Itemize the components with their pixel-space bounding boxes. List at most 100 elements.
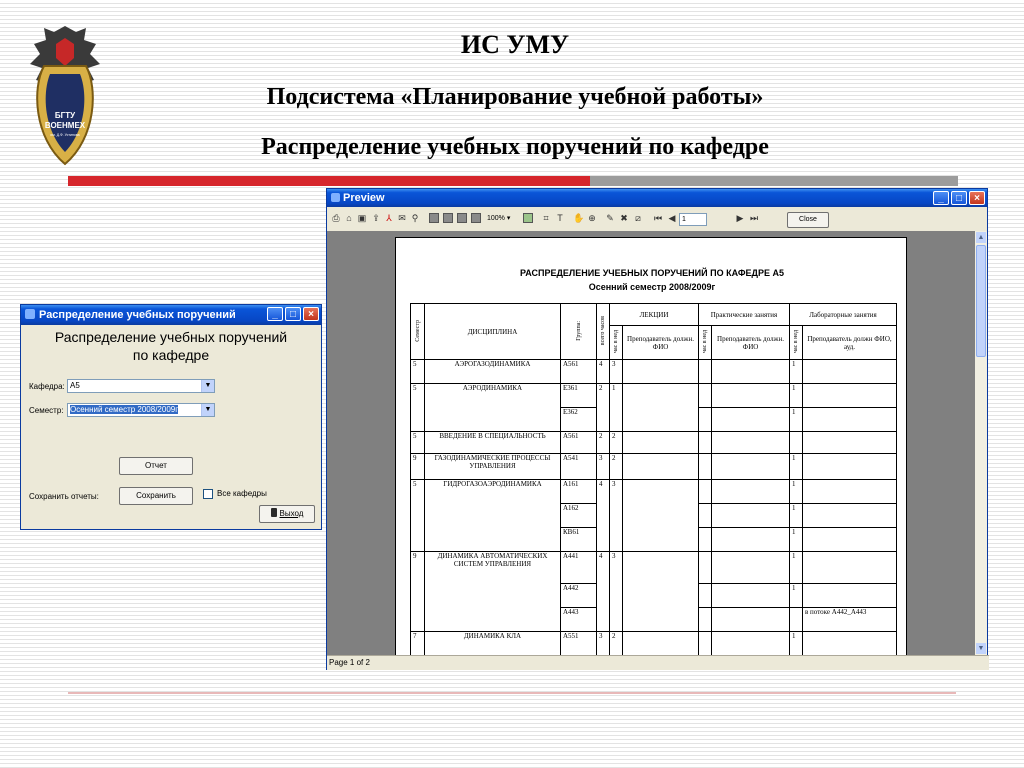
cell-lec: 3	[609, 359, 623, 384]
cell-lab: 1	[789, 383, 803, 408]
maximize-icon[interactable]: □	[285, 307, 301, 321]
cell-lab: 1	[789, 583, 803, 608]
header-semester: Семестр	[410, 303, 425, 360]
watermark-icon[interactable]: ⧄	[633, 213, 643, 223]
header-total-hours: всего часов	[596, 303, 610, 360]
red-divider	[68, 176, 590, 186]
semester-select[interactable]: Осенний семестр 2008/2009г ▼	[67, 403, 215, 417]
header-prac-lecturer: Преподаватель должн. ФИО	[711, 325, 790, 360]
cell-group: КВ61	[560, 527, 597, 552]
cell-group: А541	[560, 453, 597, 480]
cell-disc: ВВЕДЕНИЕ В СПЕЦИАЛЬНОСТЬ	[424, 431, 561, 454]
hand-icon[interactable]: ✋	[573, 213, 584, 223]
page-view-1-icon[interactable]	[429, 213, 439, 223]
ruler-icon[interactable]: ⌗	[541, 213, 551, 223]
restore-icon[interactable]: □	[951, 191, 967, 205]
preview-toolbar: ⎙ ⌂ ▣ ⇪ ⅄ ✉ ⚲ 100% ▾ ⌗ T ✋ ⊕ ✎ ✖ ⧄ ⏮ ◀ 1…	[327, 209, 987, 231]
table-row: 5 АЭРОДИНАМИКА Е361 2 1 1	[410, 383, 897, 432]
slide-heading: Распределение учебных поручений по кафед…	[261, 134, 769, 160]
page-number-value: 1	[682, 216, 686, 223]
scroll-thumb[interactable]	[976, 245, 986, 357]
cell-sem: 7	[410, 631, 425, 655]
university-emblem: БГТУ ВОЕНМЕХ им. Д.Ф. Устинова	[30, 26, 100, 166]
exit-button[interactable]: Выход	[259, 505, 315, 523]
cell-lab: 1	[789, 527, 803, 552]
cell-note: в потоке А442_А443	[802, 607, 897, 632]
delete-page-icon[interactable]: ✖	[619, 213, 629, 223]
close-icon[interactable]: ×	[303, 307, 319, 321]
page-view-3-icon[interactable]	[457, 213, 467, 223]
grey-divider	[590, 176, 958, 186]
page-view-2-icon[interactable]	[443, 213, 453, 223]
first-page-icon[interactable]: ⏮	[653, 213, 663, 223]
cell-lec: 2	[609, 631, 623, 655]
zoom-in-icon[interactable]: ⊕	[587, 213, 597, 223]
open-icon[interactable]: ⌂	[344, 213, 354, 223]
slide-subtitle: Подсистема «Планирование учебной работы»	[266, 84, 764, 110]
cell-sem: 5	[410, 431, 425, 454]
cell-total: 4	[596, 479, 610, 552]
save-button[interactable]: Сохранить	[119, 487, 193, 505]
cell-disc: АЭРОДИНАМИКА	[424, 383, 561, 432]
cell-group: Е362	[560, 407, 597, 432]
cell-lec: 3	[609, 479, 623, 552]
scroll-up-icon[interactable]: ▲	[976, 232, 986, 243]
text-icon[interactable]: T	[555, 213, 565, 223]
edit-icon[interactable]: ✎	[605, 213, 615, 223]
chevron-down-icon[interactable]: ▼	[201, 404, 214, 416]
kafedra-select[interactable]: А5 ▼	[67, 379, 215, 393]
minimize-icon[interactable]: _	[267, 307, 283, 321]
preview-scrollbar[interactable]: ▲ ▼	[975, 231, 987, 655]
header-lab-hours-week: час в нед	[789, 325, 803, 360]
close-icon[interactable]: ×	[969, 191, 985, 205]
report-button[interactable]: Отчет	[119, 457, 193, 475]
page-view-4-icon[interactable]	[471, 213, 481, 223]
pdf-icon[interactable]: ⅄	[384, 213, 394, 223]
preview-window: Preview _ □ × ⎙ ⌂ ▣ ⇪ ⅄ ✉ ⚲ 100% ▾ ⌗ T ✋…	[326, 188, 989, 670]
cell-lec: 2	[609, 453, 623, 480]
close-preview-button[interactable]: Close	[787, 212, 829, 228]
footer-divider	[68, 692, 956, 694]
cell-disc: ДИНАМИКА КЛА	[424, 631, 561, 655]
chevron-down-icon[interactable]: ▼	[201, 380, 214, 392]
header-discipline: ДИСЦИПЛИНА	[424, 303, 561, 360]
cell-sem: 5	[410, 359, 425, 384]
cell-group: А161	[560, 479, 597, 504]
cell-sem: 5	[410, 383, 425, 432]
slide-title: ИС УМУ	[460, 30, 570, 59]
cell-total: 3	[596, 631, 610, 655]
header-lec-hours-week: час в нед	[609, 325, 623, 360]
cell-disc: ГИДРОГАЗОАЭРОДИНАМИКА	[424, 479, 561, 552]
mail-icon[interactable]: ✉	[397, 213, 407, 223]
next-page-icon[interactable]: ▶	[735, 213, 745, 223]
cell-lab: 1	[789, 359, 803, 384]
page-number-input[interactable]: 1	[679, 213, 707, 226]
report-page: РАСПРЕДЕЛЕНИЕ УЧЕБНЫХ ПОРУЧЕНИЙ ПО КАФЕД…	[395, 237, 907, 655]
find-icon[interactable]: ⚲	[410, 213, 420, 223]
app-icon	[25, 309, 35, 319]
preview-title: Preview	[343, 192, 385, 204]
semester-label: Семестр:	[29, 406, 64, 415]
exit-label: Выход	[279, 509, 304, 518]
all-departments-checkbox[interactable]	[203, 489, 213, 499]
print-icon[interactable]: ⎙	[331, 213, 341, 223]
export-icon[interactable]: ⇪	[371, 213, 381, 223]
zoom-value: 100%	[487, 215, 505, 222]
zoom-combo[interactable]: 100% ▾	[487, 214, 510, 222]
cell-group: А551	[560, 631, 597, 655]
minimize-icon[interactable]: _	[933, 191, 949, 205]
dialog-heading-2: по кафедре	[132, 347, 210, 363]
save-icon[interactable]: ▣	[357, 213, 367, 223]
all-departments-label: Все кафедры	[217, 489, 267, 498]
preview-titlebar[interactable]: Preview _ □ ×	[327, 189, 987, 207]
logo-text-2: ВОЕНМЕХ	[45, 121, 86, 130]
prev-page-icon[interactable]: ◀	[667, 213, 677, 223]
logo-text-3: им. Д.Ф. Устинова	[50, 133, 79, 137]
dialog-titlebar[interactable]: Распределение учебных поручений _ □ ×	[21, 305, 321, 325]
header-group: Группа:	[560, 303, 597, 360]
preview-canvas[interactable]: РАСПРЕДЕЛЕНИЕ УЧЕБНЫХ ПОРУЧЕНИЙ ПО КАФЕД…	[327, 231, 975, 655]
scroll-down-icon[interactable]: ▼	[976, 643, 986, 654]
last-page-icon[interactable]: ⏭	[749, 213, 759, 223]
fit-icon[interactable]	[523, 213, 533, 223]
cell-lab: 1	[789, 631, 803, 655]
